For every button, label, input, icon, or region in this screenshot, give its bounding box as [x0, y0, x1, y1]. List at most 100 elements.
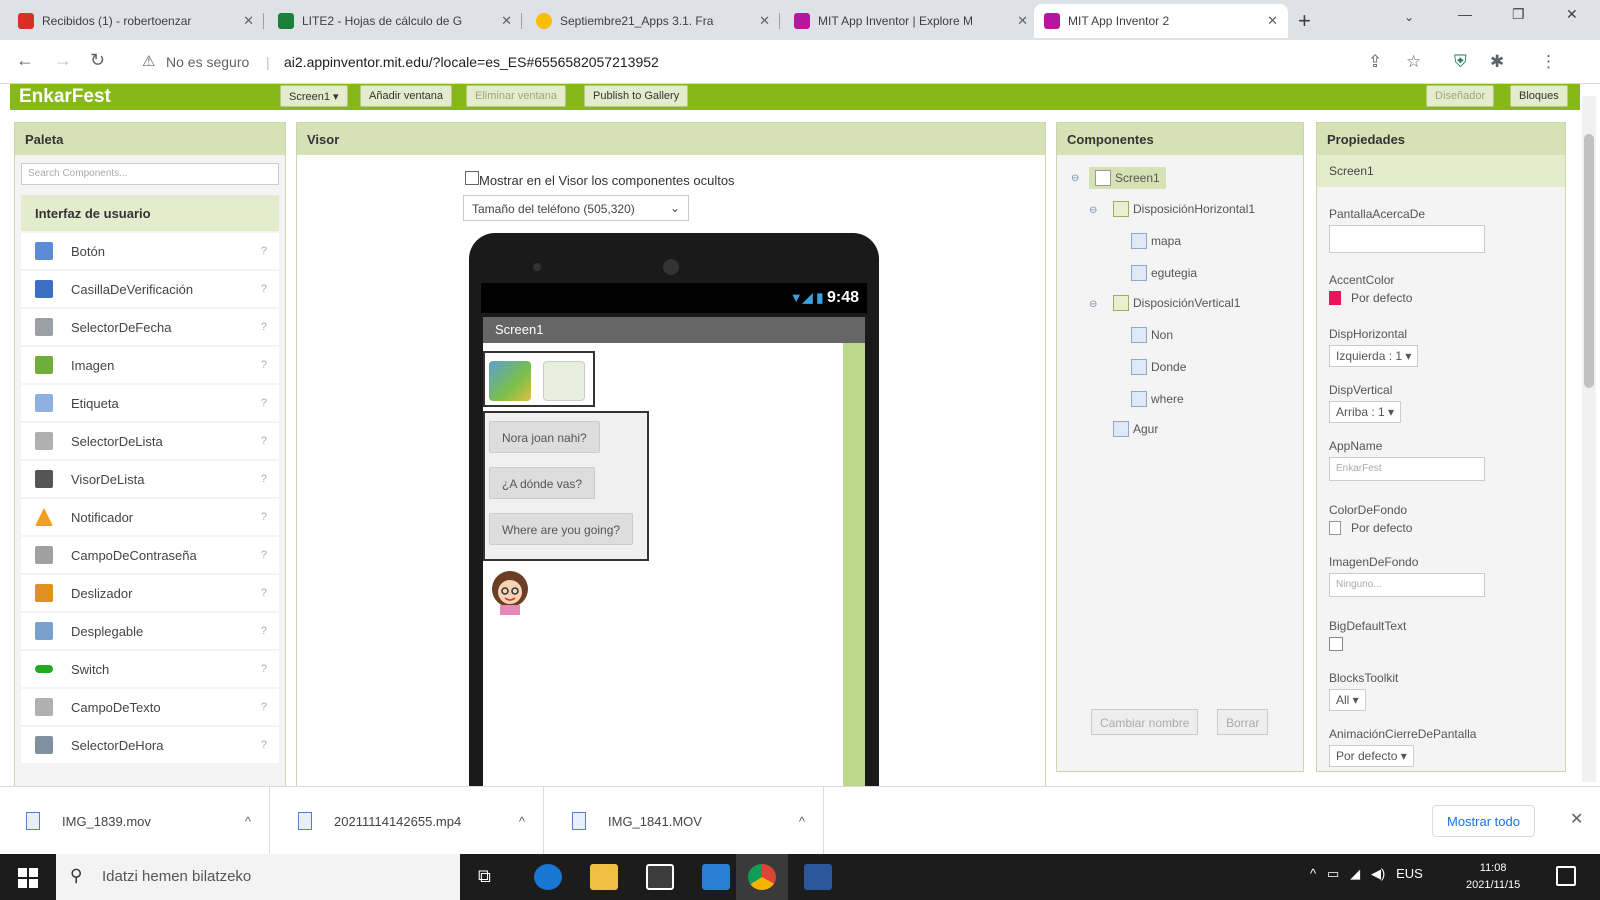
show-all-downloads-button[interactable]: Mostrar todo: [1432, 805, 1535, 837]
calendar-image[interactable]: [543, 361, 585, 401]
not-secure-label[interactable]: No es seguro: [166, 54, 249, 70]
address-bar[interactable]: ⚠ No es seguro | ai2.appinventor.mit.edu…: [128, 46, 1588, 78]
close-icon[interactable]: ✕: [759, 13, 770, 29]
palette-item-listpicker[interactable]: SelectorDeLista?: [21, 423, 279, 459]
tree-node-mapa[interactable]: mapa: [1131, 233, 1181, 249]
tab-sheets[interactable]: LITE2 - Hojas de cálculo de G ✕: [268, 4, 522, 38]
tree-node-non[interactable]: Non: [1131, 327, 1173, 343]
about-screen-field[interactable]: [1329, 225, 1485, 253]
url-text[interactable]: ai2.appinventor.mit.edu/?locale=es_ES#65…: [284, 54, 659, 70]
extension-shield-icon[interactable]: ⛨: [1454, 52, 1467, 72]
collapse-toggle-icon[interactable]: ⊖: [1089, 205, 1097, 216]
vertical-align-dropdown[interactable]: Arriba : 1 ▾: [1329, 401, 1402, 423]
info-icon[interactable]: ?: [261, 283, 267, 295]
tree-node-agur[interactable]: Agur: [1113, 421, 1158, 437]
warning-icon[interactable]: ⚠: [142, 52, 155, 70]
horizontal-align-dropdown[interactable]: Izquierda : 1 ▾: [1329, 345, 1419, 367]
tree-node-where[interactable]: where: [1131, 391, 1184, 407]
palette-item-switch[interactable]: Switch?: [21, 651, 279, 687]
tray-overflow-icon[interactable]: ^: [1310, 866, 1316, 881]
notification-center-icon[interactable]: [1556, 866, 1576, 886]
info-icon[interactable]: ?: [261, 511, 267, 523]
palette-item-checkbox[interactable]: CasillaDeVerificación?: [21, 271, 279, 307]
collapse-toggle-icon[interactable]: ⊖: [1071, 173, 1079, 184]
info-icon[interactable]: ?: [261, 587, 267, 599]
palette-category-user-interface[interactable]: Interfaz de usuario: [21, 195, 279, 231]
tree-node-donde[interactable]: Donde: [1131, 359, 1186, 375]
show-hidden-label[interactable]: Mostrar en el Visor los componentes ocul…: [479, 173, 735, 188]
extensions-puzzle-icon[interactable]: ✱: [1490, 52, 1504, 72]
palette-item-button[interactable]: Botón?: [21, 233, 279, 269]
store-icon[interactable]: [646, 864, 674, 890]
network-icon[interactable]: ◢: [1350, 866, 1360, 881]
palette-item-label[interactable]: Etiqueta?: [21, 385, 279, 421]
info-icon[interactable]: ?: [261, 359, 267, 371]
windows-start-icon[interactable]: [18, 868, 38, 888]
forward-button[interactable]: →: [54, 50, 72, 71]
download-item[interactable]: IMG_1839.mov ^: [0, 787, 270, 855]
where-button[interactable]: Where are you going?: [489, 513, 634, 545]
reload-button[interactable]: ↻: [90, 50, 105, 71]
menu-kebab-icon[interactable]: ⋮: [1540, 52, 1557, 72]
info-icon[interactable]: ?: [261, 739, 267, 751]
palette-item-notifier[interactable]: Notificador?: [21, 499, 279, 535]
info-icon[interactable]: ?: [261, 245, 267, 257]
system-tray[interactable]: ^ ▭ ◢ ◀) EUS: [1310, 866, 1423, 882]
close-icon[interactable]: ✕: [1570, 809, 1583, 829]
screen-select-dropdown[interactable]: Screen1 ▾: [280, 85, 348, 107]
palette-item-datepicker[interactable]: SelectorDeFecha?: [21, 309, 279, 345]
task-view-icon[interactable]: ⧉: [478, 866, 491, 887]
tab-gmail[interactable]: Recibidos (1) - robertoenzar ✕: [8, 4, 264, 38]
edge-icon[interactable]: [534, 864, 562, 890]
phone-size-select[interactable]: Tamaño del teléfono (505,320) ⌄: [463, 195, 689, 221]
taskbar-clock[interactable]: 11:08 2021/11/15: [1466, 860, 1520, 894]
download-item[interactable]: 20211114142655.mp4 ^: [272, 787, 544, 855]
rename-button[interactable]: Cambiar nombre: [1091, 709, 1199, 735]
file-explorer-icon[interactable]: [590, 864, 618, 890]
palette-item-passwordtextbox[interactable]: CampoDeContraseña?: [21, 537, 279, 573]
add-window-button[interactable]: Añadir ventana: [360, 85, 452, 107]
chevron-up-icon[interactable]: ^: [519, 814, 525, 829]
blocks-toolkit-dropdown[interactable]: All ▾: [1329, 689, 1366, 711]
remove-window-button[interactable]: Eliminar ventana: [466, 85, 566, 107]
scrollbar-thumb[interactable]: [1584, 134, 1594, 388]
word-icon[interactable]: [804, 864, 832, 890]
minimize-button[interactable]: —: [1458, 6, 1472, 22]
info-icon[interactable]: ?: [261, 625, 267, 637]
phone-screen[interactable]: Nora joan nahi? ¿A dónde vas? Where are …: [483, 343, 865, 793]
agur-avatar-image[interactable]: [489, 569, 531, 615]
taskbar-search-box[interactable]: ⚲ Idatzi hemen bilatzeko: [56, 854, 460, 900]
back-button[interactable]: ←: [16, 50, 34, 71]
show-hidden-checkbox[interactable]: [465, 171, 479, 185]
mail-icon[interactable]: [702, 864, 730, 890]
share-icon[interactable]: ⇪: [1368, 52, 1382, 72]
tree-node-vertical-arrangement[interactable]: DisposiciónVertical1: [1113, 295, 1240, 311]
delete-button[interactable]: Borrar: [1217, 709, 1269, 735]
tree-node-egutegia[interactable]: egutegia: [1131, 265, 1197, 281]
bg-color-picker[interactable]: Por defecto: [1329, 521, 1412, 535]
chrome-icon[interactable]: [748, 864, 776, 890]
close-animation-dropdown[interactable]: Por defecto ▾: [1329, 745, 1414, 767]
chevron-up-icon[interactable]: ^: [245, 814, 251, 829]
info-icon[interactable]: ?: [261, 473, 267, 485]
palette-item-image[interactable]: Imagen?: [21, 347, 279, 383]
palette-item-timepicker[interactable]: SelectorDeHora?: [21, 727, 279, 763]
tab-search-icon[interactable]: ⌄: [1404, 10, 1414, 24]
close-icon[interactable]: ✕: [243, 13, 254, 29]
palette-item-spinner[interactable]: Desplegable?: [21, 613, 279, 649]
page-scrollbar[interactable]: [1582, 96, 1596, 782]
palette-item-slider[interactable]: Deslizador?: [21, 575, 279, 611]
big-default-text-checkbox[interactable]: [1329, 637, 1343, 651]
info-icon[interactable]: ?: [261, 435, 267, 447]
volume-icon[interactable]: ◀): [1371, 866, 1385, 881]
vertical-arrangement[interactable]: Nora joan nahi? ¿A dónde vas? Where are …: [483, 411, 649, 561]
blocks-button[interactable]: Bloques: [1510, 85, 1568, 107]
close-icon[interactable]: ✕: [1017, 13, 1028, 29]
palette-item-listview[interactable]: VisorDeLista?: [21, 461, 279, 497]
close-icon[interactable]: ✕: [501, 13, 512, 29]
download-item[interactable]: IMG_1841.MOV ^: [546, 787, 824, 855]
battery-icon[interactable]: ▭: [1327, 866, 1339, 881]
restore-button[interactable]: ❐: [1512, 6, 1525, 23]
map-image[interactable]: [489, 361, 531, 401]
bg-image-field[interactable]: Ninguno...: [1329, 573, 1485, 597]
